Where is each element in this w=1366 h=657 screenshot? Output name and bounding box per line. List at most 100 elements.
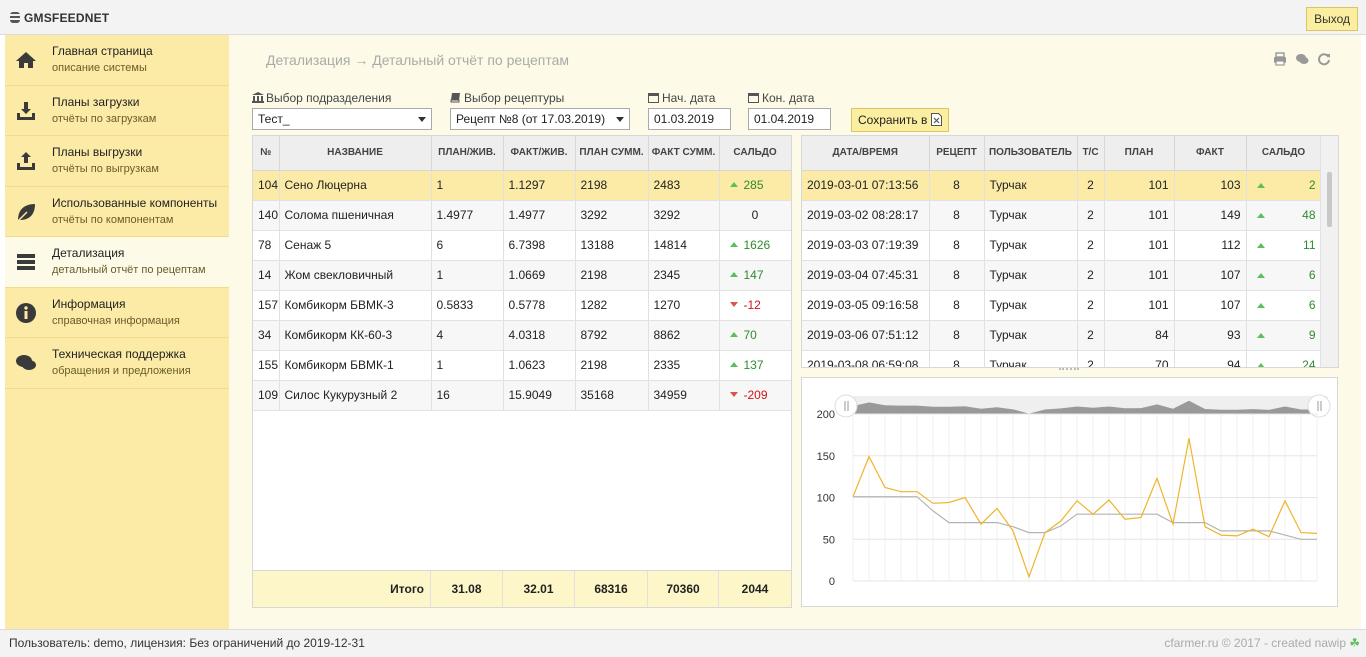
exit-button[interactable]: Выход <box>1306 7 1358 31</box>
arrow-up-icon <box>1256 332 1265 338</box>
table-row[interactable]: 2019-03-04 07:45:31 8 Турчак 2 101 107 6 <box>802 260 1322 291</box>
column-header[interactable]: ПЛАН/ЖИВ. <box>431 136 504 171</box>
table-cell: 101 <box>1104 290 1175 321</box>
arrow-up-icon <box>1256 272 1265 278</box>
comment-icon[interactable] <box>1295 52 1309 66</box>
column-header[interactable]: ДАТА/ВРЕМЯ <box>802 136 930 171</box>
table-cell: 2345 <box>648 260 720 291</box>
sidebar-item-title: Планы выгрузки <box>52 145 143 159</box>
table-cell: 2019-03-06 07:51:12 <box>802 320 930 351</box>
table-cell: 140 <box>253 200 280 231</box>
table-cell: 2198 <box>575 170 649 201</box>
table-row[interactable]: 157 Комбикорм БВМК-3 0.5833 0.5778 1282 1270-… <box>253 290 791 321</box>
table-row[interactable]: 104 Сено Люцерна 1 1.1297 2198 2483 285 <box>253 170 791 201</box>
refresh-icon[interactable] <box>1317 52 1331 66</box>
table-row[interactable]: 2019-03-05 09:16:58 8 Турчак 2 101 107 6 <box>802 290 1322 321</box>
table-cell: 137 <box>719 350 791 381</box>
column-header[interactable]: ФАКТ/ЖИВ. <box>503 136 576 171</box>
y-tick-label: 50 <box>823 534 835 546</box>
save-excel-button[interactable]: Сохранить в <box>851 108 949 132</box>
license-info: Пользователь: demo, лицензия: Без ограни… <box>9 636 365 650</box>
column-header[interactable]: РЕЦЕПТ <box>929 136 985 171</box>
start-date-input[interactable]: 01.03.2019 <box>648 108 731 130</box>
y-tick-label: 200 <box>817 409 835 421</box>
table-cell: 112 <box>1174 230 1247 261</box>
column-header[interactable]: ПОЛЬЗОВАТЕЛЬ <box>984 136 1078 171</box>
table-cell: 285 <box>719 170 791 201</box>
upload-icon <box>15 150 37 172</box>
table-cell: 13188 <box>575 230 649 261</box>
table-row[interactable]: 14 Жом свекловичный 1 1.0669 2198 2345 147 <box>253 260 791 291</box>
table-cell: 6 <box>1246 290 1322 321</box>
sidebar-item[interactable]: Планы выгрузки отчёты по выгрузкам <box>5 136 229 187</box>
table-cell: 34 <box>253 320 280 351</box>
table-row[interactable]: 2019-03-02 08:28:17 8 Турчак 2 101 149 48 <box>802 200 1322 231</box>
table-cell: 8 <box>929 200 985 231</box>
table-cell: 2483 <box>648 170 720 201</box>
sidebar-item[interactable]: Использованные компоненты отчёты по компо… <box>5 187 229 237</box>
table-cell: 70 <box>1104 350 1175 367</box>
column-header[interactable]: ФАКТ <box>1174 136 1247 171</box>
table-cell: 147 <box>719 260 791 291</box>
column-header[interactable]: ПЛАН СУММ. <box>575 136 649 171</box>
division-label: Выбор подразделения <box>252 91 391 105</box>
table-cell: 9 <box>1246 320 1322 351</box>
print-icon[interactable] <box>1273 52 1287 66</box>
table-cell: 0.5778 <box>503 290 576 321</box>
copyright[interactable]: cfarmer.ru © 2017 - created nawip <box>1164 636 1346 650</box>
sidebar-item-title: Техническая поддержка <box>52 347 186 361</box>
table-cell: 103 <box>1174 170 1247 201</box>
table-row[interactable]: 2019-03-08 06:59:08 8 Турчак 2 70 94 24 <box>802 350 1322 367</box>
y-tick-label: 0 <box>829 576 835 588</box>
table-cell: 8 <box>929 350 985 367</box>
resize-handle[interactable] <box>1059 368 1079 373</box>
column-header[interactable]: ФАКТ СУММ. <box>648 136 720 171</box>
top-bar: GMSFEEDNET Выход <box>0 0 1366 35</box>
y-tick-label: 100 <box>817 493 835 505</box>
table-cell: 2 <box>1077 260 1105 291</box>
column-header[interactable]: ПЛАН <box>1104 136 1175 171</box>
table-cell: 24 <box>1246 350 1322 367</box>
table-row[interactable]: 140 Солома пшеничная 1.4977 1.4977 3292 3292 0 <box>253 200 791 231</box>
table-cell: 2 <box>1077 350 1105 367</box>
scrollbar[interactable] <box>1320 136 1338 367</box>
series-line <box>852 438 1318 579</box>
table-row[interactable]: 78 Сенаж 5 6 6.7398 13188 14814 1626 <box>253 230 791 261</box>
total-label: Итого <box>253 571 431 607</box>
sidebar-item-title: Детализация <box>52 246 125 260</box>
table-cell: 2335 <box>648 350 720 381</box>
column-header[interactable]: Т/С <box>1077 136 1105 171</box>
end-date-input[interactable]: 01.04.2019 <box>748 108 831 130</box>
table-cell: -12 <box>719 290 791 321</box>
scrollbar-thumb[interactable] <box>1327 172 1332 227</box>
table-cell: 1.0669 <box>503 260 576 291</box>
table-cell: -209 <box>719 380 791 411</box>
recipe-select[interactable]: Рецепт №8 (от 17.03.2019) <box>450 108 630 130</box>
table-row[interactable]: 2019-03-01 07:13:56 8 Турчак 2 101 103 2 <box>802 170 1322 201</box>
sidebar-item-subtitle: детальный отчёт по рецептам <box>52 264 206 276</box>
table-row[interactable]: 2019-03-03 07:19:39 8 Турчак 2 101 112 11 <box>802 230 1322 261</box>
table-cell: 3292 <box>575 200 649 231</box>
division-select[interactable]: Тест_ <box>252 108 432 130</box>
sidebar-item[interactable]: Детализация детальный отчёт по рецептам <box>5 237 229 288</box>
table-row[interactable]: 155 Комбикорм БВМК-1 1 1.0623 2198 2335 137 <box>253 350 791 381</box>
sidebar-item[interactable]: Техническая поддержка обращения и предлож… <box>5 338 229 389</box>
table-cell: 157 <box>253 290 280 321</box>
sidebar-item[interactable]: Планы загрузки отчёты по загрузкам <box>5 86 229 136</box>
table-row[interactable]: 34 Комбикорм КК-60-3 4 4.0318 8792 8862 70 <box>253 320 791 351</box>
table-cell: 2 <box>1077 290 1105 321</box>
sidebar-item[interactable]: Информация справочная информация <box>5 288 229 338</box>
table-cell: 1.4977 <box>431 200 504 231</box>
sidebar-item[interactable]: Главная страница описание системы <box>5 35 229 86</box>
table-row[interactable]: 109 Силос Кукурузный 2 16 15.9049 35168 34959… <box>253 380 791 411</box>
column-header[interactable]: САЛЬДО <box>719 136 791 171</box>
column-header[interactable]: САЛЬДО <box>1246 136 1322 171</box>
table-cell: 3292 <box>648 200 720 231</box>
arrow-down-icon <box>729 302 738 308</box>
table-row[interactable]: 2019-03-06 07:51:12 8 Турчак 2 84 93 9 <box>802 320 1322 351</box>
sidebar-item-title: Главная страница <box>52 44 153 58</box>
app-logo[interactable]: GMSFEEDNET <box>10 11 109 25</box>
table-cell: 2 <box>1077 170 1105 201</box>
column-header[interactable]: НАЗВАНИЕ <box>279 136 432 171</box>
column-header[interactable]: № <box>253 136 280 171</box>
